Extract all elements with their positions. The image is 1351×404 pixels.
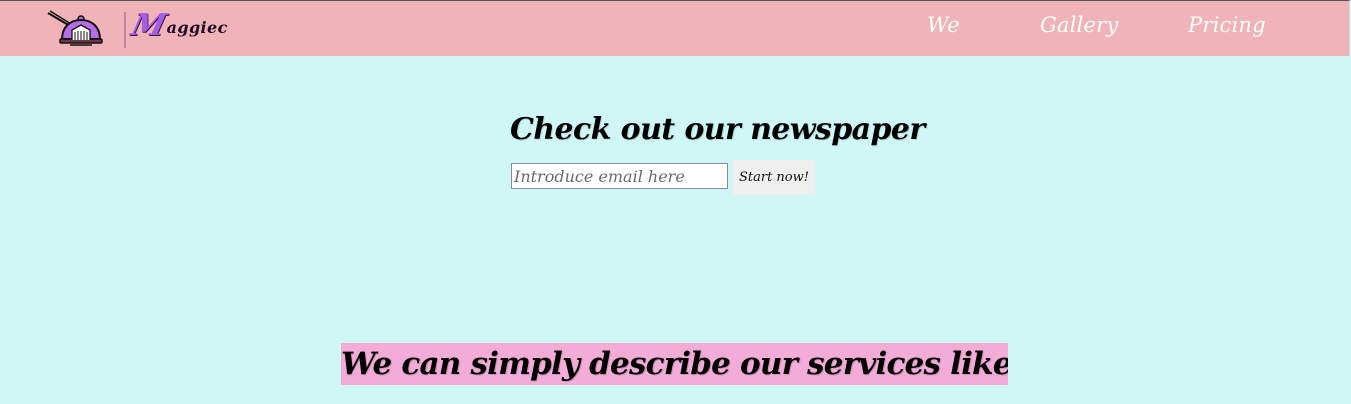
services-heading: We can simply describe our services like… [341,346,1008,382]
brand-initial: M [127,8,171,43]
brand-wordmark: Maggiec [128,8,228,45]
start-now-button[interactable]: Start now! [733,160,815,195]
brand-logo[interactable]: Maggiec [46,8,246,51]
email-field[interactable] [511,163,728,189]
nav-link-pricing[interactable]: Pricing [1188,13,1266,41]
site-header: Maggiec We Gallery Pricing [0,0,1350,56]
brand-name-rest: aggiec [166,18,228,37]
logo-divider [124,12,126,48]
nav-link-gallery[interactable]: Gallery [1040,13,1118,41]
nav-link-we[interactable]: We [927,13,960,41]
cloche-icon [47,10,103,46]
services-banner: We can simply describe our services like… [341,343,1008,385]
newsletter-title: Check out our newspaper [510,112,925,148]
